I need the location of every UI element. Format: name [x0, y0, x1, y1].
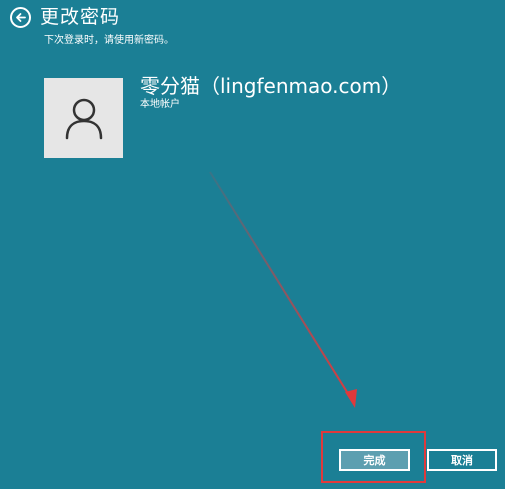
page-header: 更改密码: [10, 4, 120, 30]
done-button[interactable]: 完成: [339, 449, 410, 471]
back-arrow-icon: [16, 12, 26, 22]
cancel-button[interactable]: 取消: [427, 449, 497, 471]
page-title: 更改密码: [40, 6, 121, 28]
user-silhouette-icon: [65, 98, 102, 140]
page-subtitle: 下次登录时，请使用新密码。: [44, 35, 174, 46]
account-type: 本地帐户: [140, 99, 180, 110]
avatar: [44, 78, 123, 158]
account-name: 零分猫（lingfenmao.com）: [140, 74, 402, 98]
back-button[interactable]: [10, 6, 31, 28]
